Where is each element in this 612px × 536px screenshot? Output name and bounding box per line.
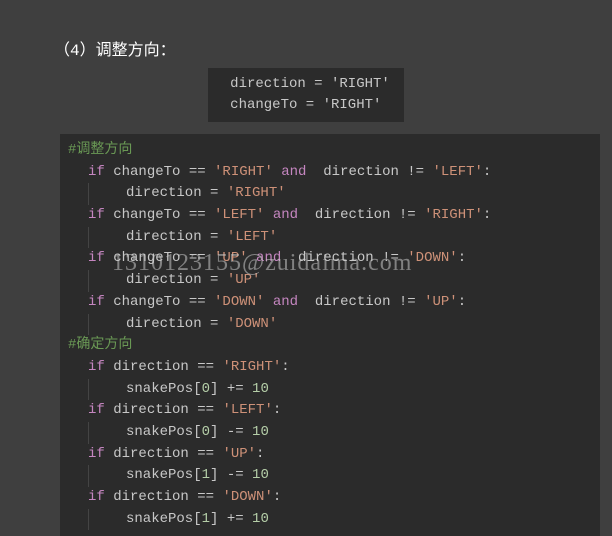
code-line: if direction == 'DOWN':: [60, 487, 600, 509]
code-line: if direction == 'RIGHT':: [60, 357, 600, 379]
code-line: if changeTo == 'UP' and direction != 'DO…: [60, 248, 600, 270]
code-line: if direction == 'UP':: [60, 444, 600, 466]
code-line: snakePos[1] -= 10: [60, 465, 600, 487]
comment-line: #调整方向: [60, 140, 600, 162]
section-heading: （4）调整方向：: [0, 0, 612, 68]
code-line: direction = 'RIGHT': [60, 183, 600, 205]
comment-line: #确定方向: [60, 335, 600, 357]
code-line: if changeTo == 'LEFT' and direction != '…: [60, 205, 600, 227]
top-code-block: direction = 'RIGHT' changeTo = 'RIGHT': [208, 68, 404, 122]
main-code-block: #调整方向 if changeTo == 'RIGHT' and directi…: [60, 134, 600, 536]
code-line: snakePos[0] -= 10: [60, 422, 600, 444]
code-line: changeTo = 'RIGHT': [222, 95, 390, 116]
code-line: if direction == 'LEFT':: [60, 400, 600, 422]
code-line: snakePos[0] += 10: [60, 379, 600, 401]
code-line: if changeTo == 'DOWN' and direction != '…: [60, 292, 600, 314]
code-line: direction = 'RIGHT': [222, 74, 390, 95]
code-line: if changeTo == 'RIGHT' and direction != …: [60, 162, 600, 184]
code-line: snakePos[1] += 10: [60, 509, 600, 531]
code-line: direction = 'DOWN': [60, 314, 600, 336]
code-line: direction = 'LEFT': [60, 227, 600, 249]
code-line: direction = 'UP': [60, 270, 600, 292]
